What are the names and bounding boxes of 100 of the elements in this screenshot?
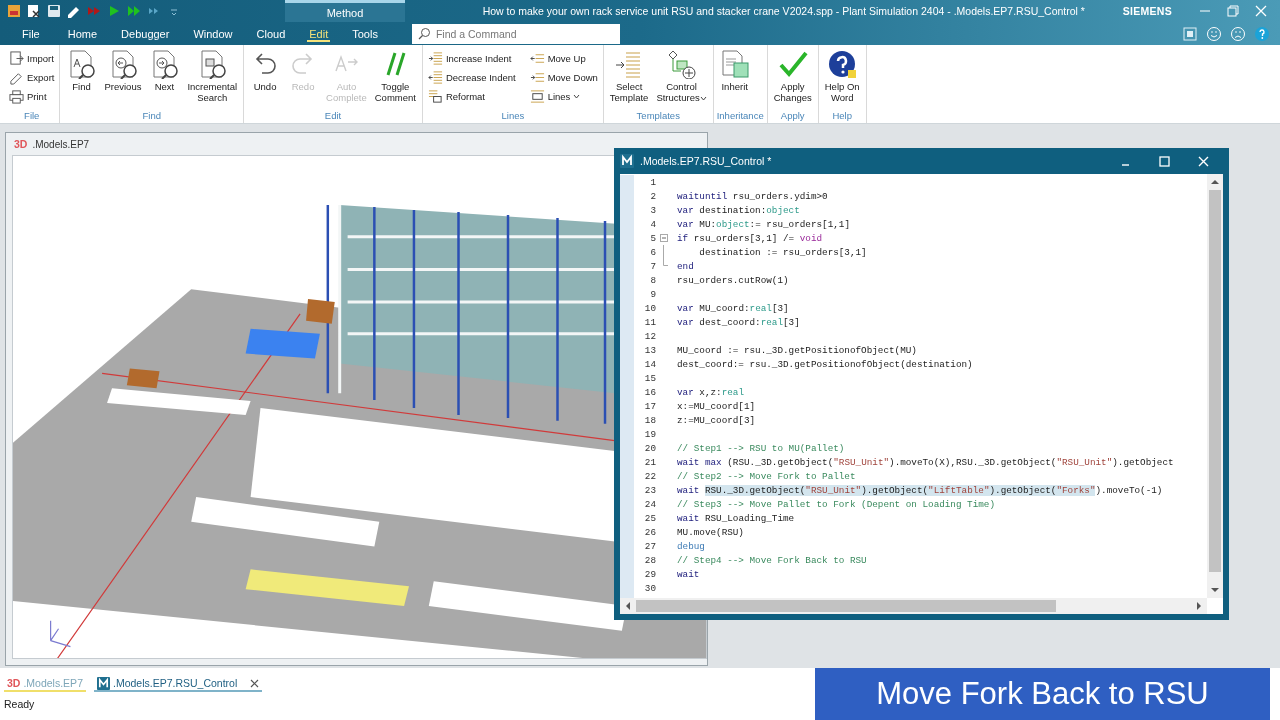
ribbon-button[interactable]: Apply Changes	[770, 49, 815, 110]
code-line: wait	[677, 568, 700, 580]
line-number: 13	[643, 344, 656, 356]
ribbon-button[interactable]: Incremental Search	[184, 49, 241, 110]
ribbon-tab[interactable]: Window	[181, 22, 245, 45]
smiley-icon[interactable]	[1206, 25, 1222, 42]
group-label: Lines	[500, 110, 526, 123]
fast-forward-icon[interactable]	[126, 3, 142, 19]
ribbon-button[interactable]: Previous	[101, 49, 145, 110]
ribbon-button[interactable]: Increase Indent	[425, 49, 518, 67]
ribbon-button[interactable]: Print	[7, 87, 57, 105]
group-label: Templates	[635, 110, 681, 123]
line-number: 8	[649, 274, 656, 286]
fold-end-line	[663, 259, 668, 267]
line-number: 19	[643, 428, 656, 440]
line-number: 27	[643, 540, 656, 552]
code-line: var x,z:real	[677, 386, 744, 398]
code-line: debug	[677, 540, 705, 552]
code-line: dest_coord:= rsu._3D.getPositionofObject(destination)	[677, 358, 973, 370]
maximize-icon[interactable]	[1159, 155, 1170, 167]
ribbon-tab[interactable]: Edit	[297, 22, 341, 45]
document-tab[interactable]: .Models.EP7.RSU_Control	[93, 678, 263, 692]
line-number: 9	[649, 288, 656, 300]
code-line: var MU_coord:real[3]	[677, 302, 789, 314]
ribbon-button[interactable]: Help On Word	[821, 49, 863, 110]
line-number: 5	[649, 232, 656, 244]
fold-toggle-icon[interactable]	[660, 234, 668, 243]
code-line: wait RSU._3D.getObject("RSU_Unit").getObject("LiftTable").getObject("Forks").moveTo(-1)	[677, 484, 1163, 496]
ribbon-button[interactable]: Export	[7, 68, 57, 86]
ribbon-button[interactable]: Lines	[527, 87, 600, 105]
help-icon[interactable]	[1254, 25, 1270, 42]
3d-label: 3D	[14, 138, 28, 150]
ribbon-tab[interactable]: Cloud	[244, 22, 298, 45]
code-line: destination := rsu_orders[3,1]	[698, 246, 867, 258]
line-number: 10	[643, 302, 656, 314]
code-line: // Step4 --> Move Fork Back to RSU	[677, 554, 867, 566]
ribbon-button[interactable]: Decrease Indent	[425, 68, 518, 86]
ribbon-tab[interactable]: Home	[55, 22, 110, 45]
line-number: 28	[643, 554, 656, 566]
document-tab[interactable]: 3D .Models.EP7	[4, 678, 86, 692]
code-line: // Step3 --> Move Pallet to Fork (Depent on Loading Time)	[677, 498, 995, 510]
group-label: Apply	[779, 110, 806, 123]
code-line: wait RSU_Loading_Time	[677, 512, 795, 524]
context-tab-header: Method	[285, 0, 405, 22]
ribbon-button[interactable]: Reformat	[425, 87, 518, 105]
group-label: Inheritance	[716, 110, 764, 123]
close-file-icon[interactable]	[26, 3, 42, 19]
ribbon-button[interactable]: Select Template	[606, 49, 652, 110]
ribbon-button[interactable]: Import	[7, 49, 57, 67]
line-number: 7	[649, 260, 656, 272]
line-number: 26	[643, 526, 656, 538]
ribbon-tab[interactable]: Tools	[340, 22, 390, 45]
group-label: Help	[831, 110, 853, 123]
code-line: rsu_orders.cutRow(1)	[677, 274, 789, 286]
flowchart-icon	[666, 49, 697, 79]
line-number: 29	[643, 568, 656, 580]
screen-capture-icon[interactable]	[1182, 25, 1198, 42]
ribbon-button[interactable]: Control Structures	[653, 49, 710, 110]
brand-logo: SIEMENS	[1122, 5, 1172, 17]
reformat-icon	[427, 88, 443, 104]
window-title: .Models.EP7.RSU_Control *	[640, 155, 772, 167]
line-number: 22	[643, 470, 656, 482]
ribbon-button[interactable]: Next	[146, 49, 183, 110]
ribbon-tab[interactable]: File	[0, 22, 56, 45]
code-line: end	[677, 260, 694, 272]
close-icon[interactable]	[250, 678, 260, 688]
code-line: var dest_coord:real[3]	[677, 316, 800, 328]
code-line: MU.move(RSU)	[677, 526, 744, 538]
search-icon	[417, 26, 431, 40]
increase-indent-icon	[427, 50, 443, 66]
restore-icon[interactable]	[1226, 4, 1240, 18]
search-field[interactable]: Find a Command	[411, 23, 620, 44]
line-number: 16	[643, 386, 656, 398]
line-number: 18	[643, 414, 656, 426]
frown-icon[interactable]	[1230, 25, 1246, 42]
code-line: if rsu_orders[3,1] /= void	[677, 232, 823, 244]
ribbon-tab[interactable]: Debugger	[109, 22, 182, 45]
method-icon	[620, 154, 634, 168]
printer-icon	[9, 88, 24, 104]
horizontal-scrollbar[interactable]	[620, 598, 1207, 614]
group-label: File	[23, 110, 41, 123]
line-number: 12	[643, 330, 656, 342]
line-number: 30	[643, 582, 656, 594]
window-title: .Models.EP7	[32, 138, 90, 150]
ribbon-button[interactable]: Move Down	[527, 68, 600, 86]
code-line: // Step2 --> Move Fork to Pallet	[677, 470, 856, 482]
vertical-scrollbar[interactable]	[1207, 174, 1223, 598]
ribbon-button[interactable]: Inherit	[716, 49, 753, 110]
line-number: 3	[649, 204, 656, 216]
line-number: 1	[649, 176, 656, 188]
line-number: 17	[643, 400, 656, 412]
import-icon	[9, 50, 24, 66]
ribbon-button[interactable]: Undo	[247, 49, 284, 110]
fold-guide-line	[663, 245, 664, 260]
ribbon-button[interactable]: Find	[63, 49, 100, 110]
line-number: 21	[643, 456, 656, 468]
ribbon-button[interactable]: Move Up	[527, 49, 600, 67]
save-icon[interactable]	[46, 3, 62, 19]
ribbon-button[interactable]: Toggle Comment	[371, 49, 419, 110]
line-number: 6	[649, 246, 656, 258]
